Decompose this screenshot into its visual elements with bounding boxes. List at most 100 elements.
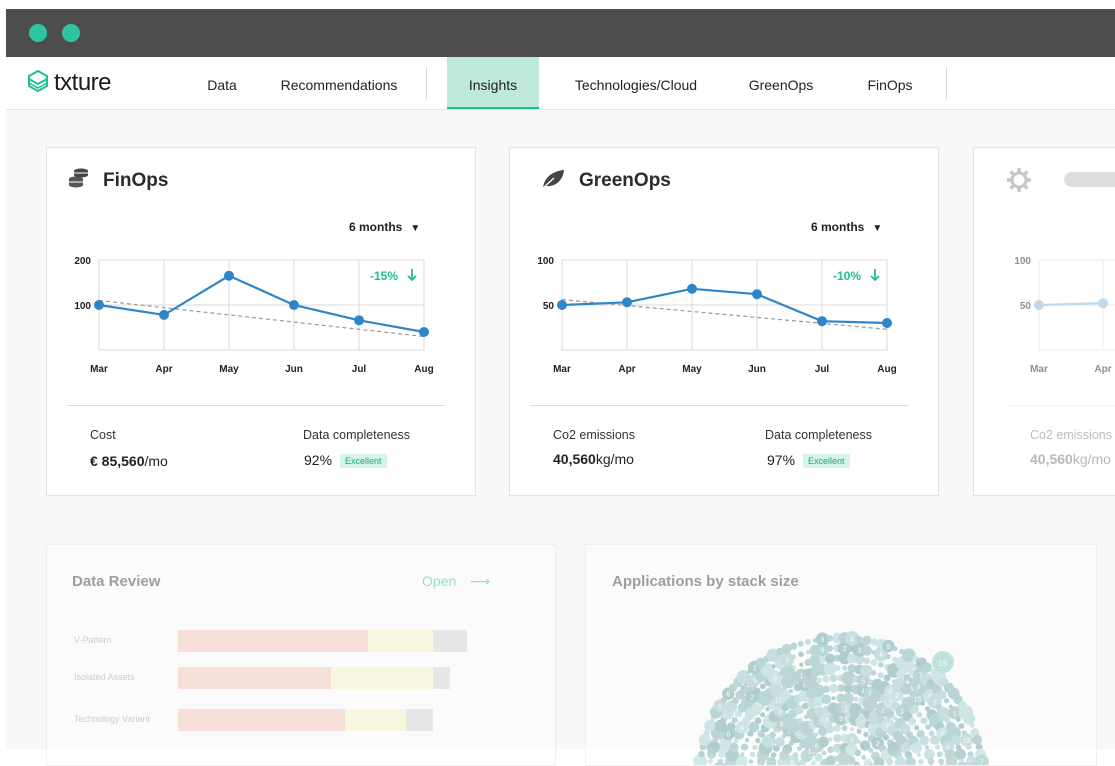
finops-completeness: 92%Excellent bbox=[304, 452, 387, 468]
data-review-bar-red[interactable] bbox=[178, 630, 368, 652]
y-tick-label: 100 bbox=[74, 301, 91, 312]
insights-dashboard: FinOps 6 months▼ 100200MarAprMayJunJulAu… bbox=[6, 110, 1115, 749]
data-review-open-label: Open bbox=[422, 573, 456, 589]
app-bubble bbox=[826, 755, 836, 765]
x-tick-label: May bbox=[219, 364, 239, 375]
app-bubble bbox=[704, 720, 715, 731]
data-review-bar-yellow[interactable] bbox=[368, 630, 433, 652]
data-review-bar-gray[interactable] bbox=[406, 709, 433, 731]
nav-finops[interactable]: FinOps bbox=[850, 57, 930, 109]
app-bubble bbox=[921, 717, 928, 724]
third-co2-unit: kg/mo bbox=[1073, 451, 1111, 467]
x-tick-label: Mar bbox=[553, 364, 571, 375]
nav-recommendations[interactable]: Recommendations bbox=[272, 57, 406, 109]
app-bubble-label: 3 bbox=[821, 637, 825, 644]
app-bubble-label: 7 bbox=[980, 760, 984, 766]
apps-stack-card[interactable]: Applications by stack size 1565823497115… bbox=[585, 544, 1097, 766]
app-bubble bbox=[951, 735, 961, 745]
greenops-card[interactable]: GreenOps 6 months▼ 50100MarAprMayJunJulA… bbox=[509, 147, 939, 496]
app-bubble bbox=[928, 758, 935, 765]
app-bubble-label: 2 bbox=[750, 694, 754, 701]
txture-logo-icon bbox=[28, 70, 48, 97]
brand-logo[interactable]: txture bbox=[28, 69, 111, 97]
app-bubble bbox=[827, 635, 833, 641]
data-review-bar-red[interactable] bbox=[178, 709, 345, 731]
nav-insights[interactable]: Insights bbox=[447, 57, 539, 109]
app-bubble bbox=[944, 698, 949, 703]
app-bubble-label: 2 bbox=[843, 646, 847, 653]
app-bubble bbox=[699, 734, 711, 746]
x-tick-label: Mar bbox=[1030, 364, 1048, 375]
app-bubble bbox=[843, 693, 854, 704]
app-bubble bbox=[755, 738, 760, 743]
app-bubble bbox=[830, 674, 838, 682]
app-bubble bbox=[925, 724, 931, 730]
nav-separator bbox=[946, 67, 947, 99]
app-bubble bbox=[760, 712, 765, 717]
y-tick-label: 50 bbox=[543, 301, 555, 312]
window-dot-close[interactable] bbox=[29, 24, 47, 42]
app-bubble-label: 2 bbox=[753, 665, 757, 672]
finops-divider bbox=[67, 405, 445, 406]
arrow-right-icon: ⟶ bbox=[470, 573, 490, 589]
app-bubble bbox=[850, 727, 854, 731]
app-bubble bbox=[911, 742, 922, 753]
y-tick-label: 100 bbox=[537, 256, 554, 267]
top-navbar: txture Data Recommendations Insights Tec… bbox=[6, 57, 1115, 110]
app-bubble bbox=[727, 722, 736, 731]
third-divider bbox=[1007, 405, 1115, 406]
x-tick-label: May bbox=[682, 364, 702, 375]
nav-greenops[interactable]: GreenOps bbox=[734, 57, 828, 109]
leaf-icon bbox=[540, 168, 566, 195]
finops-range-dropdown[interactable]: 6 months▼ bbox=[349, 220, 420, 234]
app-bubble bbox=[698, 751, 705, 758]
app-bubble bbox=[814, 732, 819, 737]
app-bubble bbox=[823, 686, 830, 693]
app-bubble-label: 3 bbox=[773, 676, 777, 683]
data-review-bar-yellow[interactable] bbox=[331, 667, 433, 689]
greenops-range-dropdown[interactable]: 6 months▼ bbox=[811, 220, 882, 234]
x-tick-label: Jul bbox=[352, 364, 367, 375]
app-bubble-label: 5 bbox=[861, 678, 865, 685]
app-bubble-label: 5 bbox=[850, 737, 854, 744]
finops-card[interactable]: FinOps 6 months▼ 100200MarAprMayJunJulAu… bbox=[46, 147, 476, 496]
nav-data[interactable]: Data bbox=[190, 57, 254, 109]
app-bubble bbox=[750, 752, 756, 758]
third-co2-label: Co2 emissions bbox=[1030, 428, 1112, 442]
app-bubble bbox=[752, 745, 757, 750]
app-bubble bbox=[910, 705, 919, 714]
app-bubble-label: 8 bbox=[726, 731, 730, 738]
data-review-bar-gray[interactable] bbox=[433, 630, 467, 652]
app-bubble bbox=[760, 683, 766, 689]
app-bubble bbox=[732, 717, 738, 723]
finops-cost-label: Cost bbox=[90, 428, 116, 442]
data-point bbox=[687, 284, 697, 294]
window-dot-minimize[interactable] bbox=[62, 24, 80, 42]
data-point bbox=[622, 297, 632, 307]
app-bubble bbox=[755, 717, 762, 724]
nav-technologies-cloud[interactable]: Technologies/Cloud bbox=[561, 57, 711, 109]
x-tick-label: Jun bbox=[285, 364, 303, 375]
data-review-card[interactable]: Data Review Open ⟶ V-PatternIsolated Ass… bbox=[46, 544, 556, 766]
data-review-bar-yellow[interactable] bbox=[345, 709, 406, 731]
app-bubble bbox=[860, 665, 872, 677]
gear-icon bbox=[1006, 167, 1032, 198]
data-review-bar-red[interactable] bbox=[178, 667, 331, 689]
app-bubble-label: 15 bbox=[963, 738, 971, 745]
x-tick-label: Aug bbox=[414, 364, 433, 375]
app-bubble bbox=[792, 665, 796, 669]
app-bubble bbox=[914, 725, 919, 730]
finops-range-label: 6 months bbox=[349, 220, 402, 234]
app-bubble bbox=[878, 662, 884, 668]
app-bubble bbox=[938, 759, 944, 765]
coins-icon bbox=[67, 167, 91, 194]
app-bubble bbox=[870, 659, 877, 666]
data-review-open-link[interactable]: Open ⟶ bbox=[422, 573, 490, 590]
app-bubble bbox=[842, 665, 847, 670]
data-review-bar-gray[interactable] bbox=[433, 667, 450, 689]
app-bubble bbox=[818, 736, 829, 747]
app-bubble bbox=[833, 734, 841, 742]
third-card[interactable]: Co2 emissions 40,560kg/mo 50100MarApr bbox=[973, 147, 1115, 496]
greenops-excellent-badge: Excellent bbox=[803, 454, 850, 468]
app-bubble bbox=[798, 641, 804, 647]
